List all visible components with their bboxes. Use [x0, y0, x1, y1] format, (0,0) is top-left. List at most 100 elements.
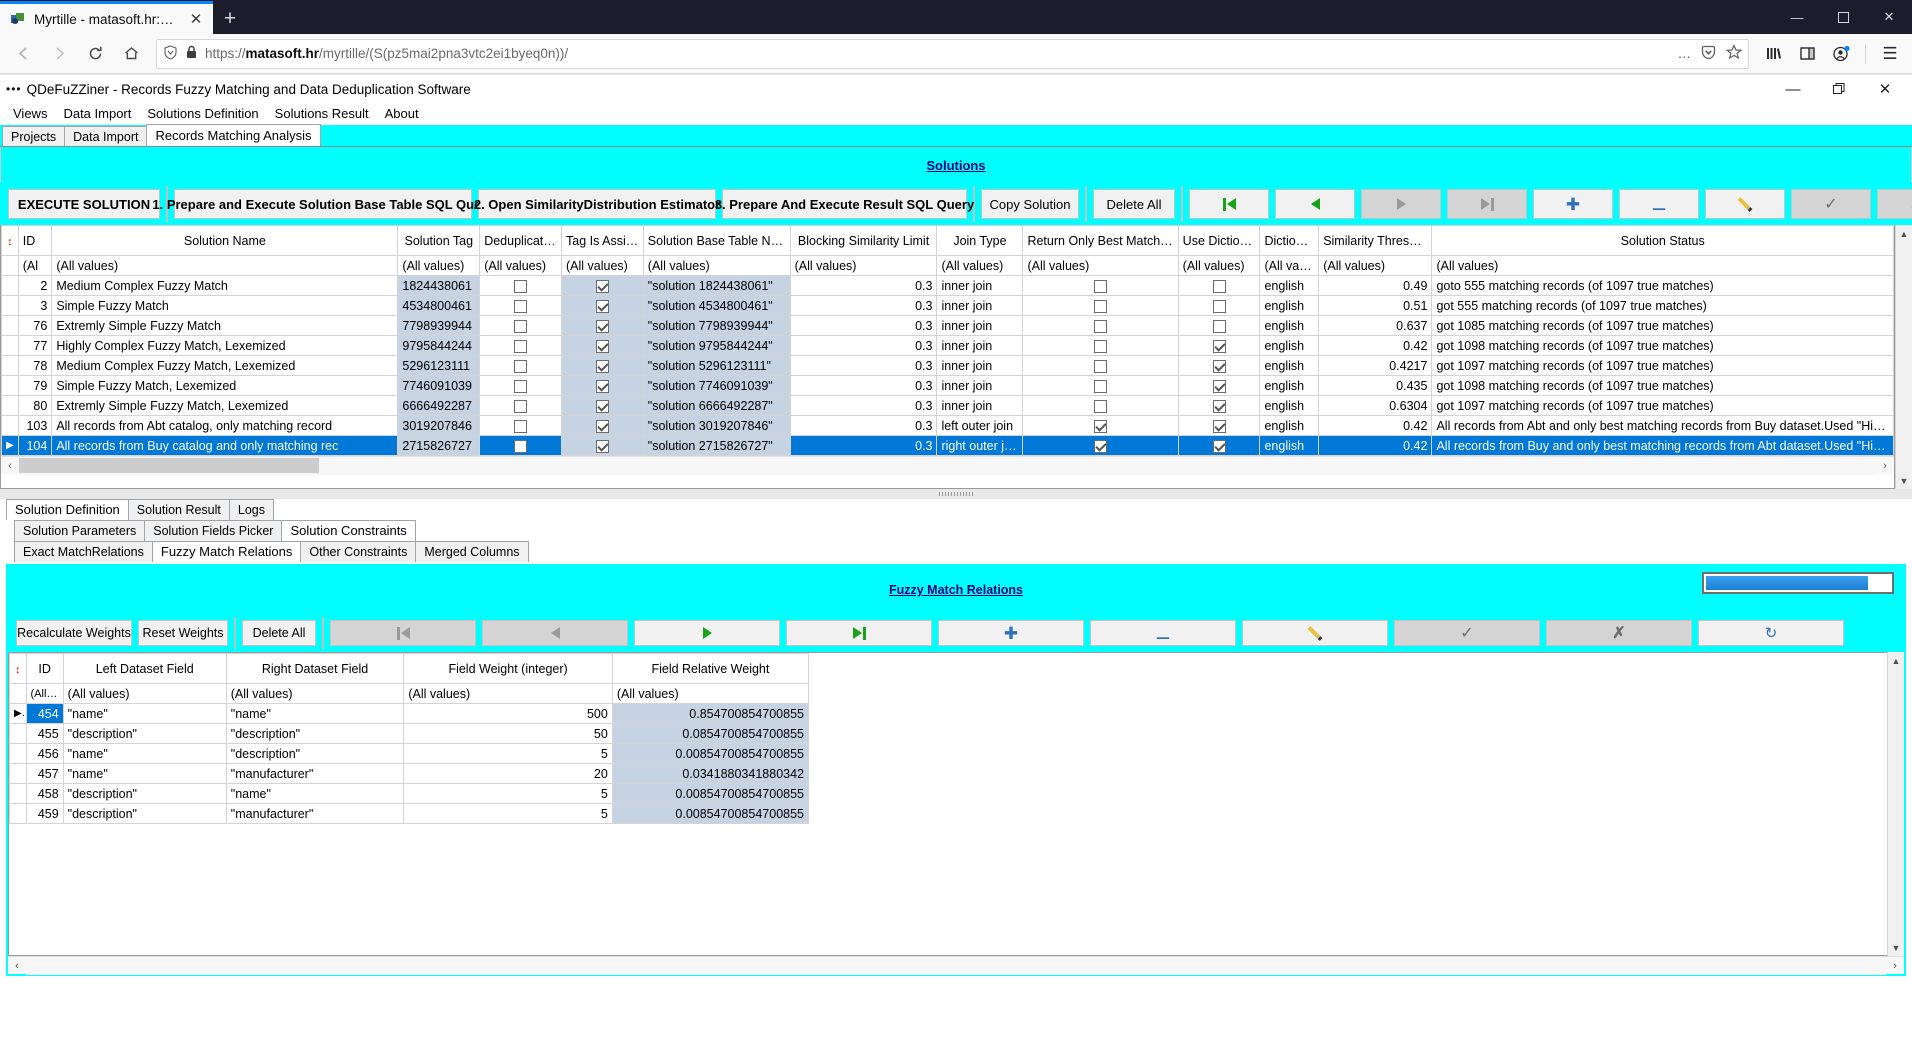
rel-filter-relative[interactable]: (All values) — [612, 684, 808, 704]
col-solution-name[interactable]: Solution Name — [52, 226, 398, 256]
rel-col-field-relative-weight[interactable]: Field Relative Weight — [612, 654, 808, 684]
col-tag-is-assigned[interactable]: Tag Is Assigned? — [562, 226, 644, 256]
tab-other-constraints[interactable]: Other Constraints — [300, 541, 416, 562]
cell-use-dictionary[interactable] — [1178, 316, 1260, 336]
tab-solution-result[interactable]: Solution Result — [128, 499, 230, 520]
tab-exact-match-relations[interactable]: Exact MatchRelations — [14, 541, 153, 562]
close-tab-icon[interactable]: ✕ — [185, 8, 207, 30]
checkbox[interactable] — [1094, 280, 1107, 293]
relations-vscroll-down-arrow[interactable]: ▼ — [1888, 939, 1904, 956]
new-tab-button[interactable]: + — [213, 4, 247, 34]
solutions-hscrollbar[interactable]: ‹ › — [1, 456, 1894, 474]
fuzzy-match-panel-title[interactable]: Fuzzy Match Relations — [889, 583, 1023, 597]
add-record-icon[interactable]: ✚ — [1533, 189, 1613, 219]
cell-best-matching[interactable] — [1023, 436, 1178, 456]
rel-col-right-dataset-field[interactable]: Right Dataset Field — [226, 654, 404, 684]
prepare-execute-base-table-sql-button[interactable]: 1. Prepare and Execute Solution Base Tab… — [174, 189, 472, 219]
forward-icon[interactable] — [42, 39, 76, 69]
vscroll-track[interactable] — [1896, 242, 1912, 472]
checkbox[interactable] — [514, 340, 527, 353]
checkbox[interactable] — [596, 280, 609, 293]
checkbox[interactable] — [514, 420, 527, 433]
cell-deduplicate[interactable] — [480, 396, 562, 416]
cell-tag-is-assigned[interactable] — [562, 396, 644, 416]
cell-best-matching[interactable] — [1023, 356, 1178, 376]
vscroll-up-arrow[interactable]: ▲ — [1896, 225, 1912, 242]
filter-solution-name[interactable]: (All values) — [52, 256, 398, 276]
cell-best-matching[interactable] — [1023, 316, 1178, 336]
bookmark-star-icon[interactable] — [1726, 44, 1742, 63]
checkbox[interactable] — [1094, 380, 1107, 393]
padlock-icon[interactable] — [185, 45, 198, 62]
checkbox[interactable] — [1213, 440, 1226, 453]
tab-records-matching-analysis[interactable]: Records Matching Analysis — [146, 124, 320, 146]
rel-filter-right[interactable]: (All values) — [226, 684, 404, 704]
table-row[interactable]: 2Medium Complex Fuzzy Match1824438061"so… — [2, 276, 1894, 296]
col-id[interactable]: ID — [18, 226, 52, 256]
cell-use-dictionary[interactable] — [1178, 336, 1260, 356]
relations-hscroll-left-arrow[interactable]: ‹ — [8, 960, 26, 972]
checkbox[interactable] — [1094, 340, 1107, 353]
relations-edit-record-icon[interactable] — [1242, 620, 1388, 646]
last-record-icon[interactable] — [1447, 189, 1527, 219]
menu-solutions-definition[interactable]: Solutions Definition — [139, 104, 266, 123]
tracking-protection-shield-icon[interactable] — [163, 45, 178, 63]
relations-hscrollbar[interactable]: ‹ › — [8, 956, 1904, 974]
relations-post-edit-icon[interactable]: ✓ — [1394, 620, 1540, 646]
relations-delete-all-button[interactable]: Delete All — [242, 620, 316, 646]
checkbox[interactable] — [1213, 420, 1226, 433]
checkbox[interactable] — [596, 380, 609, 393]
recalculate-weights-button[interactable]: Recalculate Weights — [16, 620, 132, 646]
rel-filter-id[interactable]: (All val — [26, 684, 63, 704]
table-row[interactable]: 77Highly Complex Fuzzy Match, Lexemized9… — [2, 336, 1894, 356]
filter-base-table[interactable]: (All values) — [643, 256, 790, 276]
checkbox[interactable] — [596, 420, 609, 433]
checkbox[interactable] — [1094, 420, 1107, 433]
filter-solution-status[interactable]: (All values) — [1432, 256, 1894, 276]
cell-best-matching[interactable] — [1023, 376, 1178, 396]
relations-hscroll-track[interactable] — [26, 957, 1886, 975]
table-row[interactable]: 103All records from Abt catalog, only ma… — [2, 416, 1894, 436]
cell-tag-is-assigned[interactable] — [562, 356, 644, 376]
checkbox[interactable] — [514, 320, 527, 333]
filter-id[interactable]: (Al — [18, 256, 52, 276]
relations-refresh-icon[interactable]: ↻ — [1698, 620, 1844, 646]
cell-best-matching[interactable] — [1023, 416, 1178, 436]
checkbox[interactable] — [1094, 320, 1107, 333]
relations-vscrollbar[interactable]: ▲ ▼ — [1887, 652, 1904, 956]
checkbox[interactable] — [1213, 380, 1226, 393]
table-row[interactable]: 456"name""description"50.008547008547008… — [10, 744, 809, 764]
checkbox[interactable] — [596, 300, 609, 313]
tab-fuzzy-match-relations[interactable]: Fuzzy Match Relations — [152, 541, 302, 562]
cell-use-dictionary[interactable] — [1178, 276, 1260, 296]
relations-vscroll-up-arrow[interactable]: ▲ — [1888, 652, 1904, 669]
col-solution-tag[interactable]: Solution Tag — [398, 226, 480, 256]
checkbox[interactable] — [1213, 400, 1226, 413]
hamburger-menu-icon[interactable]: ☰ — [1874, 39, 1906, 69]
table-row[interactable]: 455"description""description"500.0854700… — [10, 724, 809, 744]
app-close-button[interactable]: ✕ — [1862, 75, 1908, 103]
cell-best-matching[interactable] — [1023, 396, 1178, 416]
relations-previous-record-icon[interactable] — [482, 620, 628, 646]
cell-use-dictionary[interactable] — [1178, 416, 1260, 436]
account-icon[interactable] — [1825, 39, 1857, 69]
execute-solution-button[interactable]: EXECUTE SOLUTION — [8, 189, 160, 219]
app-maximize-button[interactable] — [1816, 75, 1862, 103]
relations-next-record-icon[interactable] — [634, 620, 780, 646]
relations-hscroll-right-arrow[interactable]: › — [1886, 960, 1904, 972]
tab-solution-fields-picker[interactable]: Solution Fields Picker — [144, 520, 282, 541]
cell-tag-is-assigned[interactable] — [562, 376, 644, 396]
browser-maximize-button[interactable] — [1820, 0, 1866, 34]
relations-add-record-icon[interactable]: ✚ — [938, 620, 1084, 646]
library-icon[interactable] — [1757, 39, 1789, 69]
menu-views[interactable]: Views — [5, 104, 55, 123]
table-row[interactable]: 78Medium Complex Fuzzy Match, Lexemized5… — [2, 356, 1894, 376]
checkbox[interactable] — [1094, 360, 1107, 373]
prepare-execute-result-sql-button[interactable]: 3. Prepare And Execute Result SQL Query — [722, 189, 967, 219]
filter-solution-tag[interactable]: (All values) — [398, 256, 480, 276]
relations-last-record-icon[interactable] — [786, 620, 932, 646]
checkbox[interactable] — [1213, 280, 1226, 293]
tab-solution-definition[interactable]: Solution Definition — [6, 499, 129, 520]
browser-close-button[interactable]: ✕ — [1866, 0, 1912, 34]
cell-deduplicate[interactable] — [480, 296, 562, 316]
